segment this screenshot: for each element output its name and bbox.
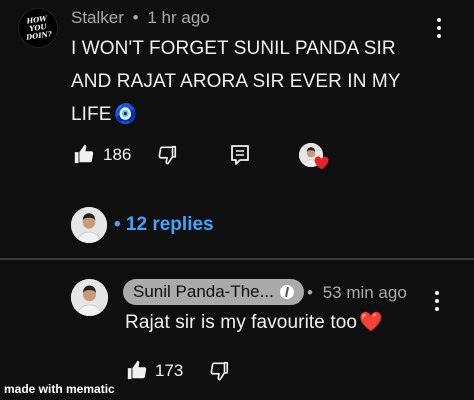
reply-like-button[interactable] [126, 359, 148, 381]
verified-icon [279, 285, 294, 299]
creator-name-chip[interactable]: Sunil Panda-The... [123, 279, 304, 305]
reply-author-avatar [71, 207, 107, 243]
like-button[interactable] [73, 143, 95, 165]
nazar-emoji: 🧿 [113, 104, 138, 125]
thumbs-up-icon [127, 360, 147, 380]
comment-meta: Stalker • 1 hr ago [71, 8, 210, 28]
heart-icon [314, 156, 329, 170]
comment-reply-icon [231, 145, 249, 165]
reply-author: Sunil Panda-The... [133, 282, 274, 301]
dislike-button[interactable] [156, 144, 178, 166]
reply-text: Rajat sir is my favourite too [125, 312, 358, 333]
heart-emoji: ❤️ [359, 312, 383, 333]
thumbs-down-icon [210, 361, 229, 381]
commenter-avatar[interactable]: HOW YOU DOIN? [18, 8, 58, 48]
kebab-dot [437, 18, 441, 22]
kebab-dot [437, 26, 441, 30]
avatar-logo-text: HOW YOU DOIN? [25, 13, 53, 42]
mematic-watermark: made with mematic [4, 382, 115, 396]
reply-body: Rajat sir is my favourite too ❤️ [125, 306, 383, 339]
thumbs-down-icon [158, 145, 177, 165]
reply-menu-button[interactable] [429, 291, 445, 311]
creator-heart-badge [314, 156, 329, 170]
thread-divider [0, 258, 474, 260]
kebab-dot [435, 307, 439, 311]
comment-line-text: LIFE [71, 104, 112, 125]
reply-time: 53 min ago [322, 283, 407, 302]
kebab-dot [435, 299, 439, 303]
meta-separator: • [307, 283, 313, 302]
reply-dislike-button[interactable] [208, 360, 230, 382]
meta-separator: • [132, 8, 139, 27]
reply-meta: • 53 min ago [307, 283, 407, 303]
like-count: 186 [103, 145, 132, 164]
comment-line: I WON'T FORGET SUNIL PANDA SIR [71, 38, 396, 59]
comment-line: AND RAJAT ARORA SIR EVER IN MY [71, 71, 401, 92]
reply-like-count: 173 [155, 361, 184, 380]
thumbs-up-icon [74, 144, 94, 164]
comment-time: 1 hr ago [147, 8, 210, 27]
person-avatar-icon [71, 207, 107, 243]
person-avatar-icon [71, 279, 108, 316]
view-replies-button[interactable]: • 12 replies [114, 214, 214, 236]
comment-author[interactable]: Stalker [71, 8, 124, 27]
kebab-dot [435, 291, 439, 295]
comment-line: LIFE 🧿 [71, 98, 441, 131]
reply-avatar[interactable] [71, 279, 108, 316]
comment-body: I WON'T FORGET SUNIL PANDA SIR AND RAJAT… [71, 32, 441, 131]
reply-button[interactable] [230, 144, 250, 166]
